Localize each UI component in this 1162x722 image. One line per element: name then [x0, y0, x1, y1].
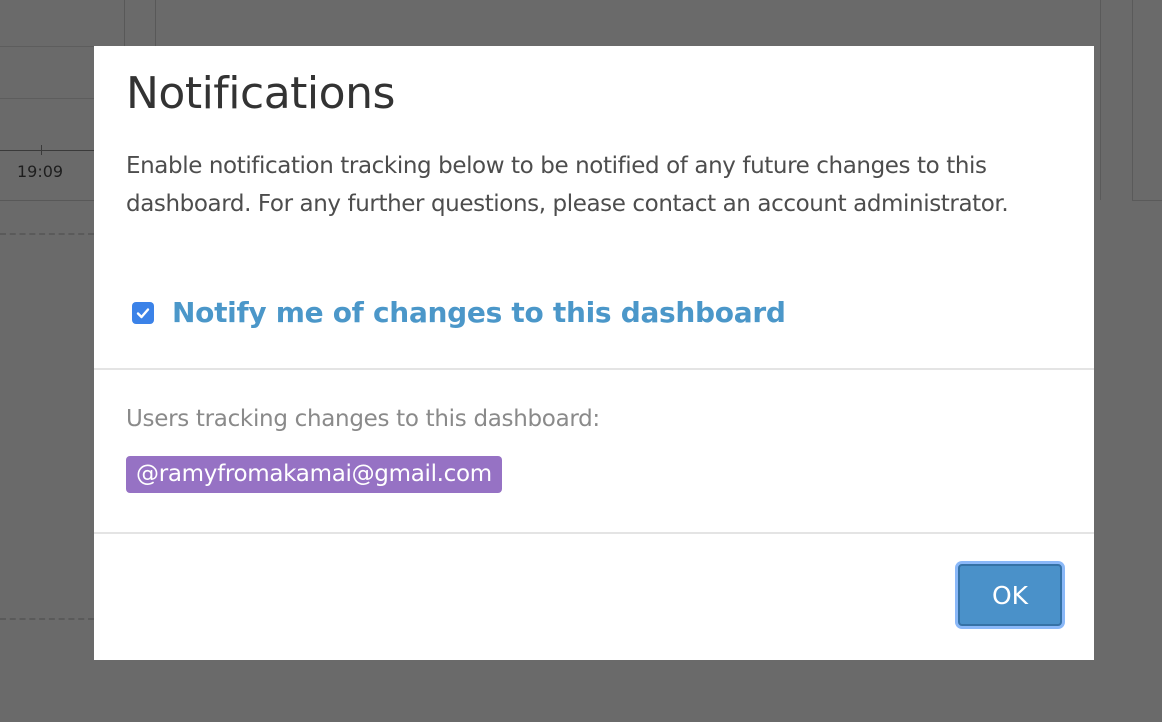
background-panel-border: [1100, 0, 1101, 200]
background-dashed-line: [0, 618, 94, 620]
footer-divider: [94, 532, 1094, 534]
ok-button[interactable]: OK: [958, 564, 1062, 626]
background-panel-border: [155, 0, 156, 46]
background-axis-time-label: 19:09: [17, 162, 64, 181]
modal-title: Notifications: [126, 68, 395, 119]
notify-option[interactable]: Notify me of changes to this dashboard: [132, 296, 786, 329]
background-x-axis: [0, 150, 94, 151]
notify-checkbox[interactable]: [132, 301, 154, 324]
background-axis-tick: [41, 145, 42, 155]
tracking-user-tag: @ramyfromakamai@gmail.com: [126, 456, 502, 493]
background-side-panel: [1132, 0, 1162, 201]
notifications-modal: Notifications Enable notification tracki…: [94, 46, 1094, 660]
section-divider: [94, 368, 1094, 370]
background-dashed-line: [0, 233, 94, 235]
tracking-users-label: Users tracking changes to this dashboard…: [126, 406, 600, 432]
checkmark-icon: [136, 307, 150, 318]
modal-description: Enable notification tracking below to be…: [126, 153, 1009, 217]
notify-checkbox-label[interactable]: Notify me of changes to this dashboard: [172, 296, 786, 329]
